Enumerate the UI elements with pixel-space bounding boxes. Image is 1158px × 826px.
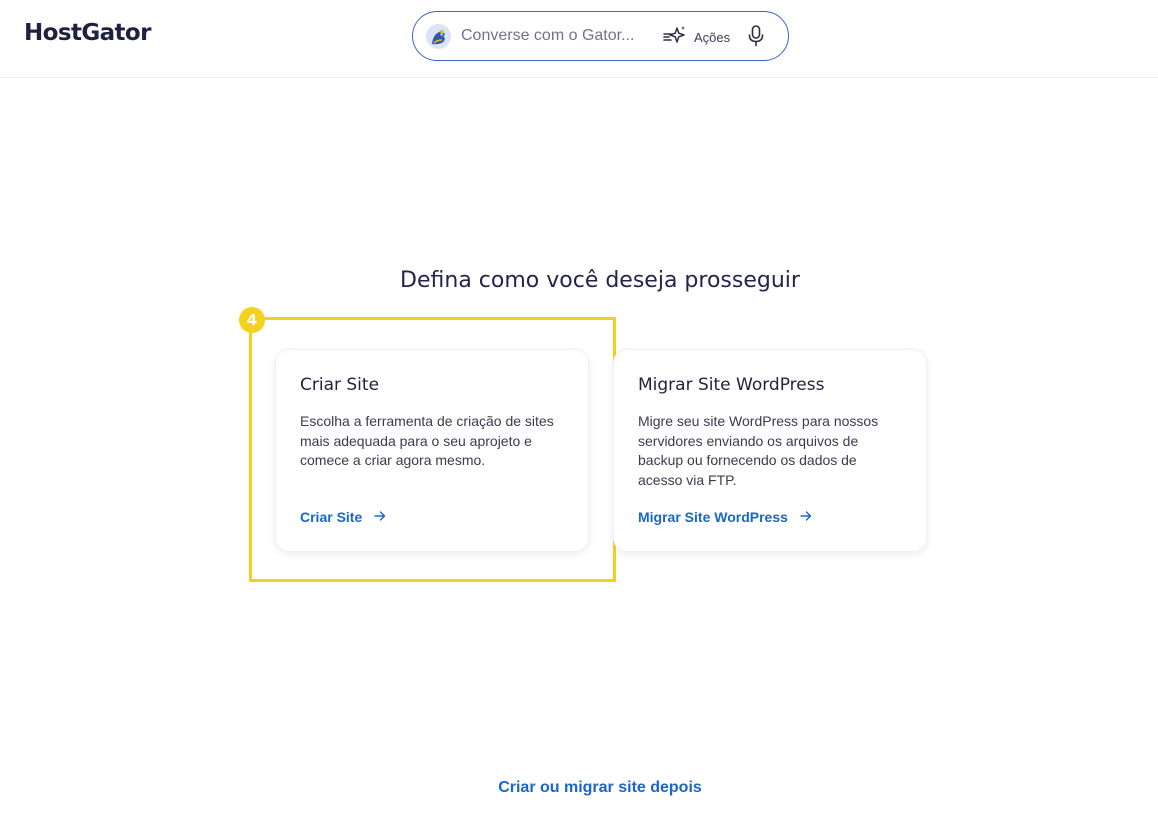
actions-label: Ações <box>694 29 731 45</box>
card-description: Migre seu site WordPress para nossos ser… <box>638 413 879 488</box>
actions-button[interactable]: Ações <box>663 24 730 50</box>
page-title: Defina como você deseja prosseguir <box>400 268 800 293</box>
hostgator-logo[interactable]: HostGator <box>24 20 151 46</box>
arrow-right-icon <box>800 509 812 525</box>
gator-avatar-icon <box>426 24 451 49</box>
card-link-label: Criar Site <box>300 509 363 525</box>
card-description: Escolha a ferramenta de criação de sites… <box>300 413 554 468</box>
microphone-icon[interactable] <box>746 24 766 48</box>
create-or-migrate-later-link[interactable]: Criar ou migrar site depois <box>0 779 1158 797</box>
sparkle-actions-icon <box>663 25 687 50</box>
card-title: Criar Site <box>300 375 380 395</box>
chat-input[interactable] <box>461 25 653 47</box>
gator-chat-bar[interactable]: Ações <box>412 11 789 61</box>
card-title: Migrar Site WordPress <box>638 375 825 395</box>
migrate-wordpress-link[interactable]: Migrar Site WordPress <box>638 509 812 525</box>
migrate-wordpress-card[interactable]: Migrar Site WordPress Migre seu site Wor… <box>613 349 927 552</box>
top-header: HostGator Ações <box>0 0 1158 78</box>
step-badge: 4 <box>239 307 265 333</box>
arrow-right-icon <box>374 509 386 525</box>
create-site-link[interactable]: Criar Site <box>300 509 386 525</box>
card-link-label: Migrar Site WordPress <box>638 509 788 525</box>
create-site-card[interactable]: Criar Site Escolha a ferramenta de criaç… <box>275 349 589 552</box>
